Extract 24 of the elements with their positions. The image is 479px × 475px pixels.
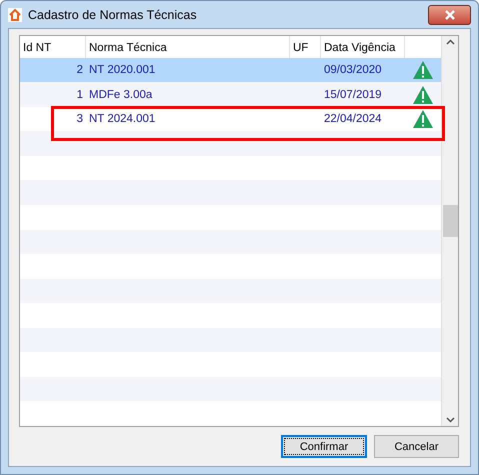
close-icon[interactable] <box>444 10 456 20</box>
scroll-up-icon[interactable] <box>446 39 454 45</box>
dialog-button[interactable]: Confirmar <box>281 435 367 458</box>
table-cell-text: 3 <box>76 113 84 126</box>
scroll-thumb[interactable] <box>442 205 458 237</box>
scrollbar[interactable] <box>441 36 458 426</box>
window-title: Cadastro de Normas Técnicas <box>28 8 198 22</box>
warning-icon <box>412 109 434 130</box>
close-button[interactable] <box>428 4 471 24</box>
warning-icon <box>412 60 434 80</box>
table-row[interactable]: 2 NT 2020.001 09/03/2020 <box>20 58 441 82</box>
app-icon <box>8 8 22 22</box>
table-cell-text: NT 2024.001 <box>88 113 156 126</box>
table-row[interactable]: 1 MDFe 3.00a 15/07/2019 <box>20 82 441 107</box>
table-cell-text: MDFe 3.00a <box>88 88 154 101</box>
warning-icon <box>412 84 434 105</box>
table-cell-text: 09/03/2020 <box>323 64 383 76</box>
table-cell-text: 15/07/2019 <box>323 88 383 101</box>
scroll-down-icon[interactable] <box>446 417 454 423</box>
table-cell-text: 22/04/2024 <box>323 113 383 126</box>
table-cell-text: 1 <box>76 88 84 101</box>
table-cell-text: 2 <box>76 64 84 76</box>
table-cell-text: NT 2020.001 <box>88 64 156 76</box>
dialog-button[interactable]: Cancelar <box>374 435 459 458</box>
